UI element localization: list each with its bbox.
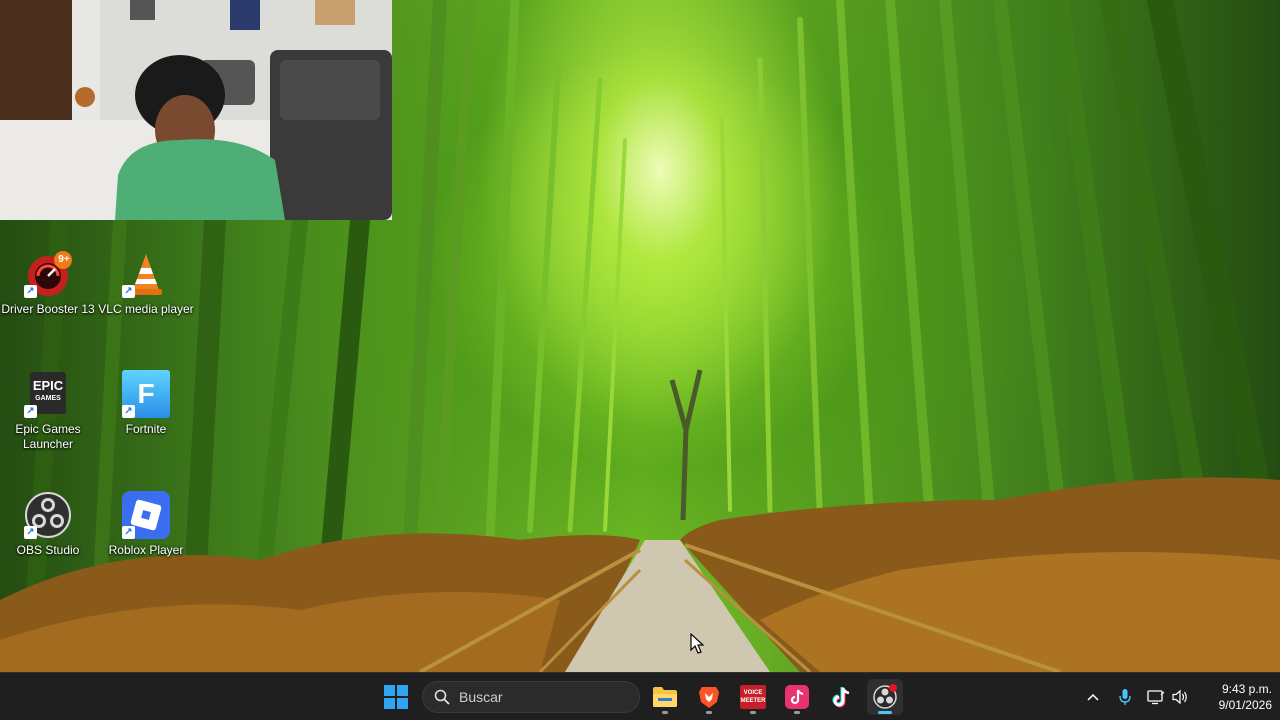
desktop-icon-label: Epic Games Launcher: [15, 422, 81, 451]
search-placeholder: Buscar: [459, 689, 503, 705]
running-indicator: [662, 711, 668, 714]
tiktok-pink-icon: [785, 685, 809, 709]
clock-time: 9:43 p.m.: [1221, 682, 1272, 696]
taskbar: Buscar VOICE MEETER 9:43 p.m. 9/01/2026: [0, 672, 1280, 720]
obs-icon: [873, 684, 897, 709]
tray-microphone[interactable]: [1114, 685, 1136, 709]
brave-lion-icon: [699, 687, 719, 708]
mouse-cursor-icon: [690, 633, 704, 654]
shortcut-arrow-icon: ↗: [122, 285, 135, 298]
obs-icon: ↗: [24, 491, 72, 539]
windows-logo-icon: [384, 685, 408, 709]
desktop-icon-label: Fortnite: [125, 422, 167, 436]
active-indicator: [878, 711, 892, 714]
chevron-up-icon: [1087, 693, 1099, 701]
desktop-icon-fortnite[interactable]: F ↗ Fortnite: [98, 370, 194, 437]
webcam-overlay: [0, 0, 392, 220]
taskbar-obs-studio[interactable]: [867, 679, 903, 715]
desktop-icon-vlc[interactable]: ↗ VLC media player: [98, 250, 194, 317]
desktop-icon-label: Roblox Player: [108, 543, 184, 557]
taskbar-tiktok[interactable]: [823, 679, 859, 715]
desktop-icon-label: OBS Studio: [16, 543, 80, 557]
shortcut-arrow-icon: ↗: [24, 285, 37, 298]
running-indicator: [706, 711, 712, 714]
running-indicator: [794, 711, 800, 714]
volume-icon: [1172, 689, 1187, 705]
vlc-cone-icon: ↗: [122, 250, 170, 298]
taskbar-file-explorer[interactable]: [647, 679, 683, 715]
clock-date: 9/01/2026: [1218, 698, 1272, 712]
start-button[interactable]: [378, 679, 414, 715]
network-icon: [1147, 690, 1165, 705]
desktop-icon-epic-games[interactable]: EPIC GAMES ↗ Epic Games Launcher: [0, 370, 96, 452]
voicemeeter-icon: VOICE MEETER: [740, 685, 766, 709]
tiktok-icon: [832, 687, 850, 708]
show-hidden-icons-button[interactable]: [1082, 685, 1104, 709]
desktop-icon-obs-studio[interactable]: ↗ OBS Studio: [0, 491, 96, 558]
driver-booster-icon: 9+ ↗: [24, 250, 72, 298]
taskbar-voicemeeter[interactable]: VOICE MEETER: [735, 679, 771, 715]
search-icon: [434, 689, 450, 705]
epic-games-icon: EPIC GAMES ↗: [24, 370, 72, 418]
epic-logo-subtext: GAMES: [35, 395, 61, 402]
taskbar-brave[interactable]: [691, 679, 727, 715]
tray-volume[interactable]: [1169, 685, 1191, 709]
taskbar-search-box[interactable]: Buscar: [422, 681, 640, 713]
shortcut-arrow-icon: ↗: [24, 405, 37, 418]
desktop-icon-roblox-player[interactable]: ↗ Roblox Player: [98, 491, 194, 558]
fortnite-icon: F ↗: [122, 370, 170, 418]
notification-badge: 9+: [58, 254, 70, 265]
shortcut-arrow-icon: ↗: [122, 405, 135, 418]
desktop-icon-driver-booster[interactable]: 9+ ↗ Driver Booster 13: [0, 250, 96, 317]
roblox-icon: ↗: [122, 491, 170, 539]
epic-logo-text: EPIC: [32, 378, 64, 393]
folder-icon: [653, 687, 677, 707]
desktop-icon-label: VLC media player: [98, 302, 194, 316]
microphone-icon: [1119, 689, 1131, 705]
shortcut-arrow-icon: ↗: [122, 526, 135, 539]
running-indicator: [750, 711, 756, 714]
tray-network[interactable]: [1145, 685, 1167, 709]
taskbar-tiktok-app[interactable]: [779, 679, 815, 715]
taskbar-clock[interactable]: 9:43 p.m. 9/01/2026: [1196, 681, 1272, 713]
desktop-icon-label: Driver Booster 13: [1, 302, 95, 316]
shortcut-arrow-icon: ↗: [24, 526, 37, 539]
